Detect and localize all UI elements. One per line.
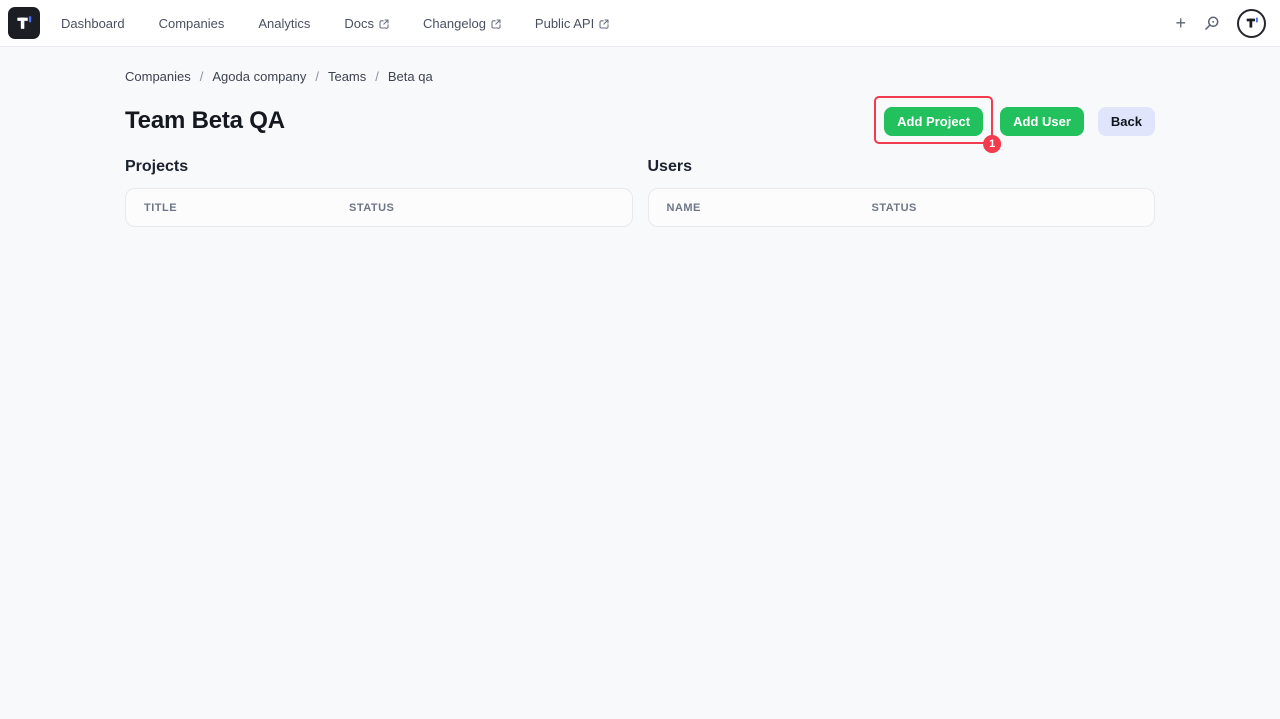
breadcrumb-item-company[interactable]: Agoda company [212,69,306,84]
nav-item-docs[interactable]: Docs [344,16,389,31]
top-nav: Dashboard Companies Analytics Docs Chang… [0,0,1280,47]
nav-item-label: Docs [344,15,375,31]
column-header-status: STATUS [871,201,917,214]
nav-item-label: Changelog [423,15,486,31]
nav-item-public-api[interactable]: Public API [535,16,609,31]
breadcrumb-item-current: Beta qa [387,69,433,84]
nav-item-dashboard[interactable]: Dashboard [61,16,125,31]
add-project-button[interactable]: Add Project [884,106,984,136]
plus-icon: + [1175,13,1186,33]
breadcrumb-separator: / [199,69,204,84]
annotation-step-badge: 1 [983,134,1002,153]
nav-right-controls: + [1175,8,1266,38]
column-header-title: TITLE [144,201,178,214]
projects-heading: Projects [125,158,189,175]
nav-item-label: Analytics [258,15,311,31]
app-logo[interactable] [8,7,40,39]
nav-item-analytics[interactable]: Analytics [258,16,310,31]
account-avatar[interactable] [1237,8,1266,38]
content-columns: Projects TITLE STATUS Users NAME STATUS [125,158,1155,227]
avatar-t-icon [1244,15,1260,31]
breadcrumb-separator: / [315,69,319,84]
add-user-button[interactable]: Add User [1000,106,1084,136]
action-buttons: Add Project 1 Add User Back [874,95,1155,153]
external-link-icon [599,18,609,29]
projects-table-header: TITLE STATUS [126,189,632,226]
breadcrumb-item-companies[interactable]: Companies [125,69,191,84]
users-table-header: NAME STATUS [649,189,1155,226]
projects-table: TITLE STATUS [125,188,633,227]
breadcrumb-separator: / [375,69,379,84]
search-icon [1203,15,1220,32]
projects-section: Projects TITLE STATUS [125,158,633,227]
nav-item-changelog[interactable]: Changelog [423,16,501,31]
users-table: NAME STATUS [647,188,1155,227]
nav-item-companies[interactable]: Companies [159,16,225,31]
external-link-icon [379,18,389,29]
back-button[interactable]: Back [1097,106,1155,136]
nav-item-label: Dashboard [61,15,125,31]
breadcrumb-item-teams[interactable]: Teams [328,69,366,84]
nav-item-label: Companies [158,15,225,31]
primary-nav: Dashboard Companies Analytics Docs Chang… [61,16,609,31]
nav-item-label: Public API [534,15,595,31]
page-header: Team Beta QA Add Project 1 Add User Back [125,95,1155,153]
column-header-status: STATUS [349,201,395,214]
external-link-icon [491,18,501,29]
main-content: Companies / Agoda company / Teams / Beta… [125,47,1155,227]
logo-t-icon [14,13,34,33]
page-title: Team Beta QA [125,107,285,134]
users-heading: Users [647,158,692,175]
plus-button[interactable]: + [1175,14,1186,32]
search-button[interactable] [1203,15,1220,32]
add-project-annotated-wrapper: Add Project 1 [874,95,1002,153]
column-header-name: NAME [666,201,701,214]
users-section: Users NAME STATUS [647,158,1155,227]
breadcrumb: Companies / Agoda company / Teams / Beta… [125,47,1155,84]
